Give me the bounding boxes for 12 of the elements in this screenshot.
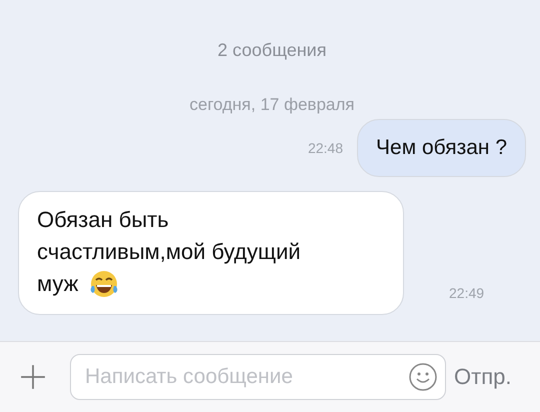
send-button[interactable]: Отпр. — [446, 364, 512, 390]
message-time: 22:49 — [449, 285, 484, 302]
message-text: Чем обязан ? — [376, 135, 507, 161]
message-input-field[interactable]: Написать сообщение — [70, 354, 446, 400]
add-icon[interactable] — [20, 364, 46, 390]
message-text: Обязан быть — [37, 206, 169, 234]
message-text: счастливым,мой будущий — [37, 238, 301, 266]
message-text: муж — [37, 270, 78, 298]
date-label: сегодня, 17 февраля — [190, 95, 354, 115]
smiley-icon[interactable] — [408, 362, 438, 392]
message-count: 2 сообщения — [218, 40, 326, 61]
message-time: 22:48 — [308, 140, 344, 156]
